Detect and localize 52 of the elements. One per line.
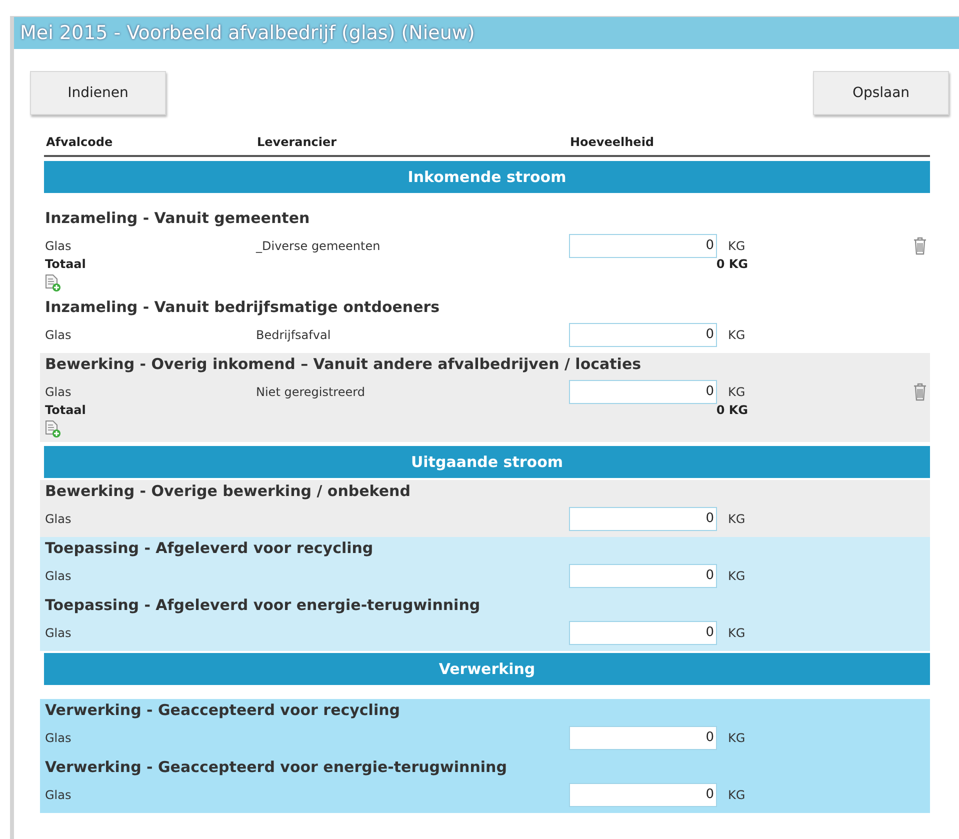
group-title: Inzameling - Vanuit gemeenten <box>45 209 310 227</box>
group-title: Bewerking - Overig inkomend – Vanuit andere afvalbedrijven / locaties <box>45 355 642 373</box>
total-label: Totaal <box>45 403 86 417</box>
supplier-name: Bedrijfsafval <box>256 328 331 342</box>
quantity-field[interactable]: 0 <box>569 234 717 258</box>
quantity-field[interactable]: 0 <box>569 726 717 750</box>
unit-label: KG <box>728 568 746 584</box>
add-document-icon[interactable] <box>45 420 61 438</box>
waste-code: Glas <box>45 568 72 582</box>
quantity-field[interactable]: 0 <box>569 782 717 806</box>
supplier-name: Niet geregistreerd <box>256 384 365 398</box>
quantity-field[interactable]: 0 <box>569 506 717 530</box>
submit-button[interactable]: Indienen <box>30 71 166 115</box>
waste-code: Glas <box>45 238 72 252</box>
quantity-field[interactable]: 0 <box>569 620 717 644</box>
group-title: Verwerking - Geaccepteerd voor energie-terugwinning <box>45 758 507 776</box>
trash-icon[interactable] <box>913 382 927 400</box>
total-value: 0 KG <box>716 403 748 417</box>
save-button[interactable]: Opslaan <box>813 71 949 115</box>
total-label: Totaal <box>45 257 86 271</box>
waste-code: Glas <box>45 384 72 398</box>
section-header: Uitgaande stroom <box>44 446 930 478</box>
section-header: Verwerking <box>44 653 930 685</box>
trash-icon[interactable] <box>913 236 927 254</box>
waste-code: Glas <box>45 788 72 802</box>
add-document-icon[interactable] <box>45 274 61 292</box>
column-header: Leverancier <box>256 135 337 149</box>
waste-code: Glas <box>45 626 72 640</box>
quantity-field[interactable]: 0 <box>569 380 717 404</box>
unit-label: KG <box>728 384 746 400</box>
unit-label: KG <box>728 624 746 642</box>
section-header: Inkomende stroom <box>44 161 930 193</box>
window-title: Mei 2015 - Voorbeeld afvalbedrijf (glas) (Nieuw) <box>14 17 959 49</box>
unit-label: KG <box>728 326 746 344</box>
group-title: Toepassing - Afgeleverd voor energie-terugwinning <box>45 596 480 614</box>
group-title: Verwerking - Geaccepteerd voor recycling <box>45 701 400 719</box>
total-value: 0 KG <box>716 257 748 271</box>
group-title: Inzameling - Vanuit bedrijfsmatige ontdoeners <box>45 298 440 316</box>
unit-label: KG <box>728 786 746 804</box>
quantity-field[interactable]: 0 <box>569 564 717 588</box>
supplier-name: _Diverse gemeenten <box>256 238 380 252</box>
column-header: Afvalcode <box>45 135 113 149</box>
group-title: Toepassing - Afgeleverd voor recycling <box>45 539 374 557</box>
column-header: Hoeveelheid <box>569 135 654 149</box>
unit-label: KG <box>728 510 746 528</box>
unit-label: KG <box>728 730 746 746</box>
quantity-field[interactable]: 0 <box>569 322 717 346</box>
waste-code: Glas <box>45 512 72 526</box>
unit-label: KG <box>728 238 746 254</box>
waste-code: Glas <box>45 328 72 342</box>
waste-code: Glas <box>45 730 72 744</box>
group-title: Bewerking - Overige bewerking / onbekend <box>45 482 410 500</box>
